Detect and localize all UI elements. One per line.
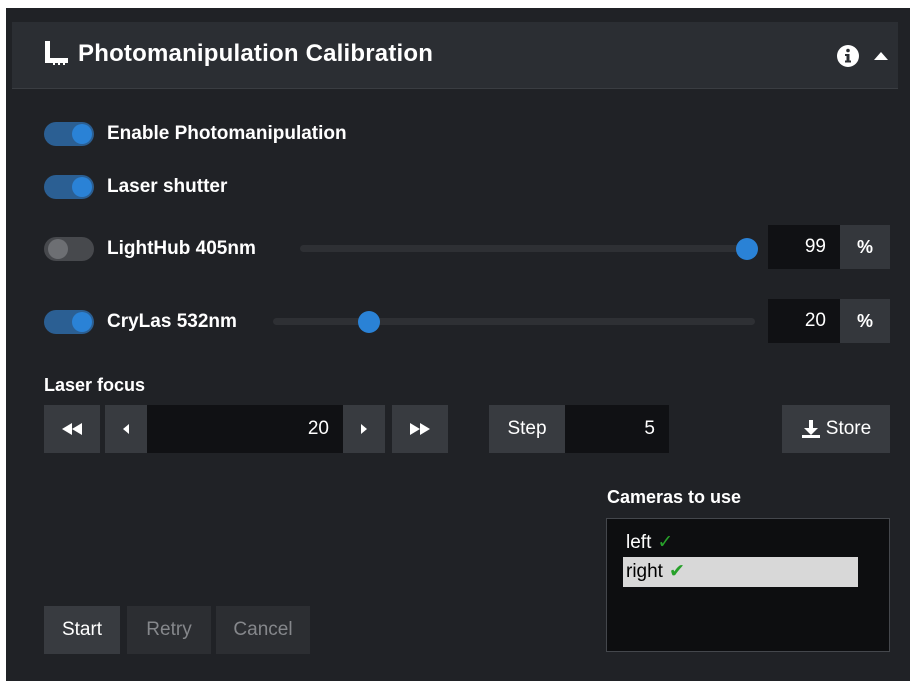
step-forward-icon xyxy=(361,424,367,434)
ruler-icon xyxy=(45,41,68,65)
check-icon: ✔ xyxy=(668,561,685,582)
lighthub-405-value-input[interactable]: 99 xyxy=(768,225,840,269)
laser-shutter-label: Laser shutter xyxy=(107,176,228,197)
focus-forward-button[interactable] xyxy=(343,405,385,453)
focus-fast-forward-button[interactable] xyxy=(392,405,448,453)
focus-fast-back-button[interactable] xyxy=(44,405,100,453)
retry-button[interactable]: Retry xyxy=(127,606,211,654)
camera-item-left[interactable]: left ✓ xyxy=(623,528,673,558)
crylas-532-unit: % xyxy=(840,299,890,343)
step-backward-icon xyxy=(123,424,129,434)
fast-forward-icon xyxy=(410,423,430,435)
cancel-button[interactable]: Cancel xyxy=(216,606,310,654)
laser-shutter-toggle[interactable] xyxy=(44,175,94,199)
lighthub-405-unit: % xyxy=(840,225,890,269)
collapse-caret-icon[interactable] xyxy=(872,49,890,63)
cameras-list[interactable]: left ✓ right ✔ xyxy=(606,518,890,652)
cameras-label: Cameras to use xyxy=(607,487,742,507)
check-icon: ✓ xyxy=(657,532,674,553)
crylas-532-value-input[interactable]: 20 xyxy=(768,299,840,343)
info-icon[interactable] xyxy=(837,45,859,67)
lighthub-405-slider-track[interactable] xyxy=(300,245,752,252)
fast-backward-icon xyxy=(62,423,82,435)
panel-title: Photomanipulation Calibration xyxy=(78,40,434,67)
store-button-label: Store xyxy=(825,418,872,439)
start-button[interactable]: Start xyxy=(44,606,120,654)
camera-item-right[interactable]: right ✔ xyxy=(623,557,858,587)
step-label: Step xyxy=(489,405,565,453)
crylas-532-label: CryLas 532nm xyxy=(107,311,237,332)
lighthub-405-label: LightHub 405nm xyxy=(107,238,256,259)
laser-focus-value-input[interactable]: 20 xyxy=(147,405,343,453)
focus-back-button[interactable] xyxy=(105,405,147,453)
panel-header[interactable]: Photomanipulation Calibration xyxy=(12,22,898,89)
lighthub-405-toggle[interactable] xyxy=(44,237,94,261)
camera-name: left xyxy=(626,532,652,553)
store-button[interactable]: Store xyxy=(782,405,890,453)
download-icon xyxy=(801,420,820,438)
step-value-input[interactable]: 5 xyxy=(565,405,669,453)
enable-photomanipulation-label: Enable Photomanipulation xyxy=(107,123,347,144)
laser-focus-label: Laser focus xyxy=(44,375,146,395)
crylas-532-toggle[interactable] xyxy=(44,310,94,334)
enable-photomanipulation-toggle[interactable] xyxy=(44,122,94,146)
crylas-532-slider-track[interactable] xyxy=(273,318,755,325)
camera-name: right xyxy=(626,561,663,582)
